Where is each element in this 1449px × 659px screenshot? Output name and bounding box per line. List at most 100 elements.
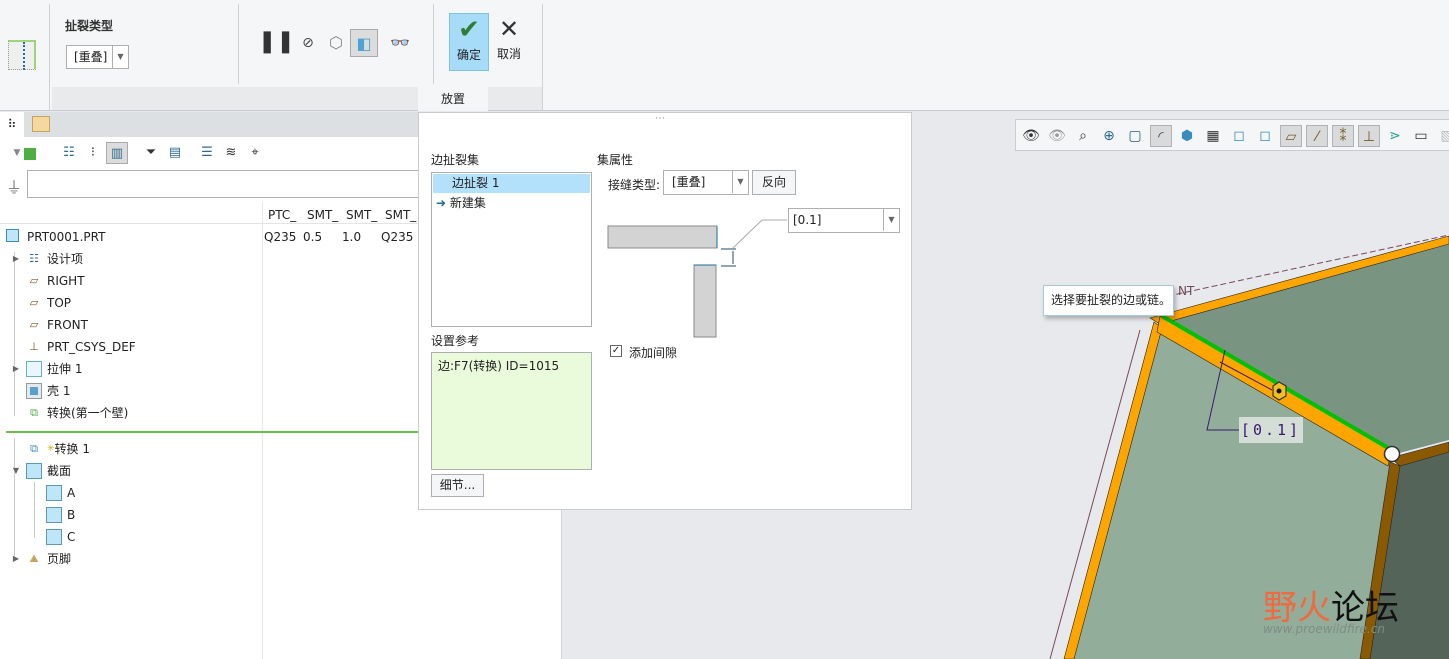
tree-item[interactable]: A (0, 482, 420, 504)
tree-item[interactable]: ▱ TOP (0, 292, 420, 314)
tree-item[interactable]: ⧉ ✳转换 1 (0, 438, 420, 460)
tree-search-input[interactable] (27, 170, 427, 198)
watermark: 野火论坛 www.proewildfire.cn (1263, 588, 1399, 636)
tree-item[interactable]: ▱ FRONT (0, 314, 420, 336)
chevron-down-icon: ▼ (112, 46, 128, 68)
tree-item[interactable]: ▶ 拉伸 1 (0, 358, 420, 380)
tree-item-label: PRT_CSYS_DEF (47, 340, 136, 354)
tree-root[interactable]: PRT0001.PRT Q235 0.5 1.0 Q235 (0, 226, 420, 248)
preview-geometry-icon[interactable]: ⬡ (322, 29, 350, 57)
tree-item[interactable]: ▱ RIGHT (0, 270, 420, 292)
tree-item-label: FRONT (47, 318, 88, 332)
spin-center-icon[interactable]: ◻ (1254, 125, 1276, 147)
tree-item-label: TOP (47, 296, 72, 310)
expand-arrow-icon[interactable]: ▶ (8, 551, 24, 567)
tree-item-label: 截面 (47, 464, 72, 478)
annotation-display-icon[interactable]: ⋗ (1384, 125, 1406, 147)
dimension-label[interactable]: [0.1] (1239, 417, 1303, 443)
expand-arrow-icon[interactable]: ▶ (8, 251, 24, 267)
add-gap-checkbox[interactable]: ✓ (610, 345, 622, 357)
tree-item[interactable]: ⧉ 转换(第一个壁) (0, 402, 420, 424)
tree-item-label: A (67, 486, 76, 500)
glasses-icon[interactable]: 👓 (386, 29, 414, 57)
plane-display-icon[interactable]: ▱ (1280, 125, 1302, 147)
gap-value-select[interactable]: [0.1] ▼ (788, 208, 900, 233)
axis-display-icon[interactable]: ⁄ (1306, 125, 1328, 147)
close-icon: ✕ (498, 15, 520, 43)
datum-plane-icon: ▱ (29, 274, 39, 287)
tree-columns-icon[interactable]: ▥ (106, 142, 128, 164)
tear-type-label: 扯裂类型 (65, 19, 114, 33)
column-header[interactable]: PTC_ (268, 208, 296, 222)
tree-item[interactable]: ▼ 截面 (0, 460, 420, 482)
tree-item[interactable]: ▶ ⛰ 页脚 (0, 548, 420, 570)
extrude-icon (26, 361, 42, 377)
view-orientation-icon[interactable]: ▢ (1124, 125, 1146, 147)
point-display-icon[interactable]: ⁑ (1332, 125, 1354, 147)
refit-icon[interactable]: ⌕ (1072, 125, 1094, 147)
tree-item-label: 拉伸 1 (47, 362, 83, 376)
reference-collector[interactable]: 边:F7(转换) ID=1015 (431, 352, 592, 470)
seam-type-label: 接缝类型: (608, 178, 661, 192)
tooltip: 选择要扯裂的边或链。 (1043, 285, 1174, 316)
pause-icon[interactable]: ❚❚ (258, 28, 295, 56)
tree-item-label: C (67, 530, 76, 544)
tree-item[interactable]: C (0, 526, 420, 548)
column-header[interactable]: SMT_ (307, 208, 338, 222)
tree-item-label: 壳 1 (47, 384, 71, 398)
column-header[interactable]: SMT_ (385, 208, 416, 222)
footer-icon: ⛰ (29, 552, 39, 565)
ok-button[interactable]: ✔ 确定 (449, 13, 489, 71)
tree-item[interactable]: ▶ ☷ 设计项 (0, 248, 420, 270)
saved-views-icon[interactable]: 👁 (1020, 125, 1042, 147)
tree-item-text: 转换 1 (54, 442, 90, 456)
csys-display-icon[interactable]: ⊥ (1358, 125, 1380, 147)
cell: Q235 (381, 230, 414, 244)
design-items-icon: ☷ (29, 252, 39, 265)
section-icon (46, 485, 62, 501)
seam-type-select[interactable]: [重叠] ▼ (663, 170, 749, 195)
section-view-icon[interactable]: ⬢ (1176, 125, 1198, 147)
layers-icon[interactable]: ≋ (220, 142, 242, 164)
rip-set-item-selected[interactable]: 边扯裂 1 (433, 174, 590, 193)
layer-list-icon[interactable]: ☰ (196, 142, 218, 164)
tree-item[interactable]: 壳 1 (0, 380, 420, 402)
cancel-button[interactable]: ✕ 取消 (492, 13, 526, 71)
cell: 0.5 (303, 230, 323, 244)
display-style-icon[interactable]: ◜ (1150, 125, 1172, 147)
details-button[interactable]: 细节... (431, 474, 484, 497)
tear-type-select[interactable]: [重叠] ▼ (66, 45, 129, 69)
edge-rip-icon (8, 40, 36, 70)
tab-placement[interactable]: 放置 (418, 87, 488, 111)
panel-grip[interactable]: ⋯ (655, 113, 665, 124)
collapse-arrow-icon[interactable]: ▼ (8, 463, 24, 479)
column-header[interactable]: SMT_ (346, 208, 377, 222)
tree-collapse-icon[interactable]: ⁝ (82, 142, 104, 164)
folder-browser-icon[interactable] (32, 116, 50, 132)
flip-button[interactable]: 反向 (752, 170, 796, 195)
tree-expand-icon[interactable]: ☷ (58, 142, 80, 164)
tree-header-divider (0, 223, 420, 224)
tree-item[interactable]: B (0, 504, 420, 526)
section-icon (46, 507, 62, 523)
tree-filter-icon[interactable]: ⏷ (140, 142, 162, 164)
cell: 1.0 (342, 230, 362, 244)
tab-model-tree[interactable]: ⠷ (0, 112, 24, 137)
rip-set-list[interactable]: 边扯裂 1 ➜ 新建集 (431, 172, 592, 327)
view-history-icon[interactable]: 👁 (1046, 125, 1068, 147)
tree-settings-icon[interactable]: ▤ (164, 142, 186, 164)
zoom-in-icon[interactable]: ⊕ (1098, 125, 1120, 147)
selection-filter-icon[interactable]: ⌖ (244, 142, 266, 164)
visibility-icon[interactable]: ▭ (1410, 125, 1432, 147)
new-set-item[interactable]: ➜ 新建集 (432, 194, 591, 213)
tree-item[interactable]: ⊥ PRT_CSYS_DEF (0, 336, 420, 358)
set-reference-label: 设置参考 (431, 334, 480, 348)
verify-preview-icon[interactable]: ◧ (350, 29, 378, 57)
no-preview-icon[interactable]: ⊘ (294, 29, 322, 57)
view-manager-icon[interactable]: ▦ (1202, 125, 1224, 147)
perspective-icon[interactable]: ◻ (1228, 125, 1250, 147)
expand-arrow-icon[interactable]: ▶ (8, 361, 24, 377)
insert-here-marker[interactable] (6, 431, 418, 433)
gap-value: [0.1] (793, 213, 822, 227)
spin-icon[interactable]: ▧ (1436, 125, 1449, 147)
